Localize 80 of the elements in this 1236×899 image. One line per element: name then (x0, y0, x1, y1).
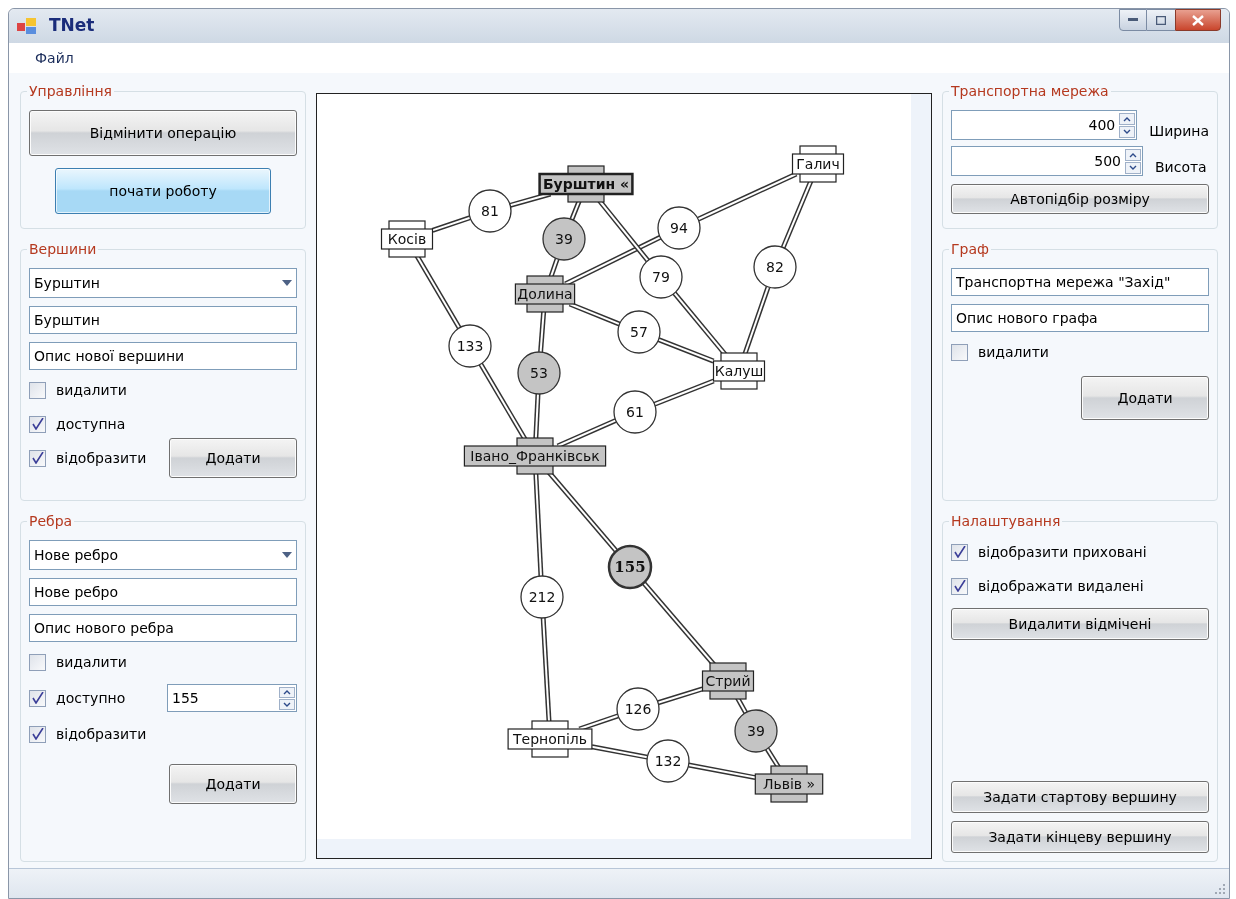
spin-down-icon[interactable] (1119, 125, 1136, 138)
edge-weight[interactable]: 82 (753, 245, 797, 289)
menu-item[interactable]: Файл (35, 47, 74, 69)
check-icon (31, 728, 44, 740)
minimize-button[interactable] (1119, 9, 1147, 31)
close-button[interactable] (1175, 9, 1221, 31)
checkbox-label: видалити (56, 380, 127, 400)
close-icon (1192, 14, 1204, 26)
maximize-icon (1156, 15, 1166, 25)
group-title: Управління (27, 82, 114, 100)
checkbox-label: відобразити приховані (978, 542, 1147, 562)
number-field[interactable]: 500 (951, 146, 1143, 176)
name-field[interactable]: Бурштин (29, 306, 297, 334)
dropdown-arrow-icon (282, 280, 292, 286)
edge-weight[interactable]: 126 (616, 687, 660, 731)
app-icon (17, 17, 37, 35)
spin-down-icon[interactable] (1125, 161, 1141, 174)
spin-up-icon[interactable] (1119, 112, 1136, 125)
push-button[interactable]: Додати (169, 438, 297, 478)
edge-weight[interactable]: 155 (607, 544, 653, 590)
name-field[interactable]: Транспортна мережа "Захід" (951, 268, 1209, 296)
push-button[interactable]: Відмінити операцію (29, 110, 297, 156)
checkbox[interactable] (29, 381, 46, 399)
check-icon (31, 692, 44, 704)
push-button[interactable]: Додати (169, 764, 297, 804)
checkbox-label: відобразити (56, 448, 147, 468)
checkbox-label: видалити (56, 652, 127, 672)
spin-up-icon[interactable] (279, 686, 295, 698)
checkbox[interactable] (951, 543, 968, 561)
checkbox[interactable] (29, 689, 46, 707)
edge-weight[interactable]: 57 (617, 310, 661, 354)
edge-weight[interactable]: 79 (639, 255, 683, 299)
check-icon (31, 452, 44, 464)
check-icon (953, 546, 966, 558)
spin-down-icon[interactable] (279, 698, 295, 710)
edge-weight[interactable]: 39 (542, 217, 586, 261)
edge-weight[interactable]: 53 (517, 351, 561, 395)
checkbox[interactable] (29, 449, 46, 467)
checkbox[interactable] (29, 725, 46, 743)
number-field[interactable]: 155 (167, 684, 297, 712)
edge-weight[interactable]: 133 (448, 324, 492, 368)
group-title: Ребра (27, 512, 75, 530)
edge-weight[interactable]: 212 (520, 575, 564, 619)
edge-weight[interactable]: 81 (468, 189, 512, 233)
field-label: Висота (1155, 158, 1207, 176)
description-field[interactable]: Опис нового графа (951, 304, 1209, 332)
push-button[interactable]: Автопідбір розміру (951, 184, 1209, 214)
push-button[interactable]: Видалити відмічені (951, 608, 1209, 640)
edge-weight[interactable]: 61 (613, 390, 657, 434)
field-label: Ширина (1149, 122, 1209, 140)
dropdown-arrow-icon (282, 552, 292, 558)
name-field[interactable]: Нове ребро (29, 578, 297, 606)
dropdown[interactable]: Нове ребро (29, 540, 297, 570)
push-button[interactable]: Додати (1081, 376, 1209, 420)
checkbox[interactable] (951, 343, 968, 361)
check-icon (31, 418, 44, 430)
dropdown[interactable]: Бурштин (29, 268, 297, 298)
maximize-button[interactable] (1147, 9, 1175, 31)
checkbox[interactable] (29, 415, 46, 433)
edge-weight[interactable]: 94 (657, 206, 701, 250)
number-field[interactable]: 400 (951, 110, 1138, 140)
edge-weight[interactable]: 132 (646, 739, 690, 783)
check-icon (953, 580, 966, 592)
checkbox-label: відобразити (56, 724, 147, 744)
checkbox-label: доступна (56, 414, 126, 434)
edge-weight[interactable]: 39 (734, 709, 778, 753)
description-field[interactable]: Опис нової вершини (29, 342, 297, 370)
resize-grip-icon (1214, 883, 1226, 895)
push-button[interactable]: Задати стартову вершину (951, 781, 1209, 813)
window-title: TNet (49, 14, 95, 38)
minimize-icon (1128, 18, 1138, 22)
checkbox-label: доступно (56, 688, 126, 708)
push-button[interactable]: Задати кінцеву вершину (951, 821, 1209, 853)
checkbox[interactable] (29, 653, 46, 671)
spin-up-icon[interactable] (1125, 148, 1141, 161)
push-button[interactable]: почати роботу (55, 168, 271, 214)
checkbox-label: видалити (978, 342, 1049, 362)
checkbox[interactable] (951, 577, 968, 595)
description-field[interactable]: Опис нового ребра (29, 614, 297, 642)
checkbox-label: відображати видалені (978, 576, 1144, 596)
